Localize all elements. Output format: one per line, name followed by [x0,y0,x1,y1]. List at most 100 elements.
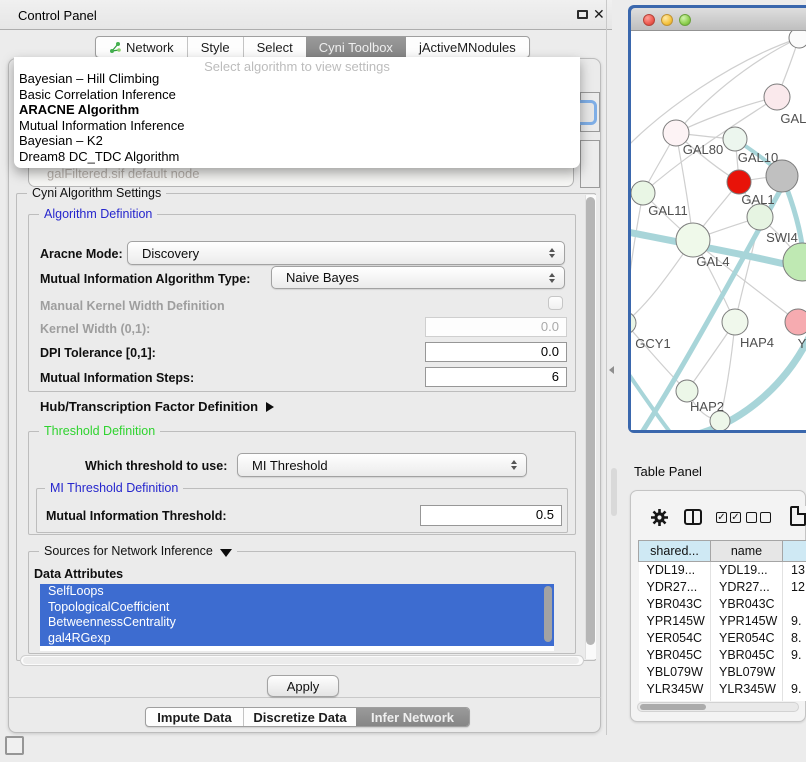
network-node[interactable] [783,243,806,281]
tab-cyni-toolbox[interactable]: Cyni Toolbox [306,37,406,57]
hub-transcription-factor-section[interactable]: Hub/Transcription Factor Definition [40,399,274,414]
column-header-extra[interactable] [783,541,806,562]
group-title-row[interactable]: Sources for Network Inference [39,544,237,558]
table-cell[interactable]: YER054C [711,630,783,647]
apply-button[interactable]: Apply [267,675,339,697]
table-cell[interactable]: YBL079W [639,664,711,681]
attribute-item-betweennesscentrality[interactable]: BetweennessCentrality [40,615,554,631]
table-cell[interactable]: YDR27... [711,579,783,596]
table-row[interactable]: YPR145WYPR145W9. [639,613,806,630]
dock-panel-icon[interactable] [5,736,24,755]
table-hscrollbar-thumb[interactable] [640,704,706,710]
table-cell[interactable]: 12 [783,579,806,596]
table-row[interactable]: YDL19...YDL19...13 [639,562,806,579]
table-cell[interactable]: YPR145W [711,613,783,630]
tab-select[interactable]: Select [243,37,306,57]
close-traffic-light[interactable] [643,14,655,26]
data-attributes-list[interactable]: SelfLoopsTopologicalCoefficientBetweenne… [40,584,554,651]
network-node[interactable] [723,127,747,151]
table-cell[interactable]: 9. [783,647,806,664]
manual-kernel-checkbox[interactable] [548,296,563,310]
unchecked-column-icon[interactable] [746,512,757,523]
gear-icon[interactable] [650,508,669,527]
checked-column-icon[interactable]: ✓ [716,512,727,523]
unchecked-column-icon[interactable] [760,512,771,523]
table-row[interactable]: YDR27...YDR27...12 [639,579,806,596]
network-node[interactable] [722,309,748,335]
table-row[interactable]: YBR043CYBR043C [639,596,806,613]
network-node[interactable] [631,181,655,205]
network-window-titlebar[interactable] [631,8,806,31]
table-row[interactable]: YIL052CYIL052C9 [639,698,806,702]
panel-splitter[interactable] [606,0,607,735]
network-canvas[interactable]: GAL7GAL80GAL10GAL1SWI4GAL11GAL4GCY1HAP4Y… [631,31,806,430]
attribute-item-topologicalcoefficient[interactable]: TopologicalCoefficient [40,600,554,616]
tab-jactivemnodules[interactable]: jActiveMNodules [406,37,529,57]
attribute-item-selfloops[interactable]: SelfLoops [40,584,554,600]
expand-arrow-icon[interactable] [266,402,274,412]
dpi-tolerance-field[interactable]: 0.0 [425,342,567,362]
tab-discretize-data[interactable]: Discretize Data [243,708,356,726]
tab-network[interactable]: Network [96,37,187,57]
table-cell[interactable]: 9 [783,698,806,702]
kernel-width-field[interactable]: 0.0 [425,317,567,337]
table-cell[interactable]: YDL19... [639,562,711,579]
table-cell[interactable]: 9. [783,681,806,698]
table-cell[interactable]: YBL079W [711,664,783,681]
table-hscrollbar[interactable] [637,702,799,712]
node-table[interactable]: shared...nameYDL19...YDL19...13YDR27...Y… [638,540,806,701]
table-cell[interactable]: YIL052C [711,698,783,702]
collapse-arrow-icon[interactable] [220,549,232,557]
tab-style[interactable]: Style [187,37,243,57]
algorithm-option-basic-correlation-inference[interactable]: Basic Correlation Inference [14,87,580,103]
table-cell[interactable]: 9. [783,613,806,630]
tab-infer-network[interactable]: Infer Network [356,708,469,726]
table-cell[interactable] [783,596,806,613]
table-cell[interactable]: YLR345W [711,681,783,698]
table-cell[interactable]: YPR145W [639,613,711,630]
algorithm-option-aracne-algorithm[interactable]: ARACNE Algorithm [14,102,580,118]
table-cell[interactable] [783,664,806,681]
table-cell[interactable]: YDL19... [711,562,783,579]
minimize-traffic-light[interactable] [661,14,673,26]
table-cell[interactable]: YBR045C [639,647,711,664]
table-cell[interactable]: YBR043C [639,596,711,613]
mi-steps-field[interactable]: 6 [425,367,567,387]
column-header-name[interactable]: name [711,541,783,562]
table-cell[interactable]: 8. [783,630,806,647]
table-cell[interactable]: YER054C [639,630,711,647]
which-threshold-combo[interactable]: MI Threshold [237,453,527,477]
attributes-scrollbar-thumb[interactable] [544,586,552,642]
aracne-mode-combo[interactable]: Discovery [127,241,565,265]
side-scrollbar-thumb[interactable] [611,468,617,516]
table-row[interactable]: YER054CYER054C8. [639,630,806,647]
float-window-icon[interactable] [577,10,588,19]
table-row[interactable]: YLR345WYLR345W9. [639,681,806,698]
algorithm-option-mutual-information-inference[interactable]: Mutual Information Inference [14,118,580,134]
close-window-icon[interactable]: ✕ [593,6,605,23]
settings-hscrollbar-thumb[interactable] [23,657,579,664]
network-node[interactable] [785,309,806,335]
table-cell[interactable]: YDR27... [639,579,711,596]
table-cell[interactable]: YIL052C [639,698,711,702]
table-cell[interactable]: 13 [783,562,806,579]
tab-impute-data[interactable]: Impute Data [146,708,243,726]
table-row[interactable]: YBL079WYBL079W [639,664,806,681]
settings-scrollbar-thumb[interactable] [586,197,595,645]
mi-algorithm-type-combo[interactable]: Naive Bayes [271,266,565,289]
page-icon[interactable] [790,506,806,526]
table-cell[interactable]: YLR345W [639,681,711,698]
zoom-traffic-light[interactable] [679,14,691,26]
algorithm-option-dream8-dc-tdc-algorithm[interactable]: Dream8 DC_TDC Algorithm [14,149,580,165]
column-header-shared[interactable]: shared... [639,541,711,562]
network-node[interactable] [676,223,710,257]
split-columns-icon[interactable] [684,509,702,525]
network-node[interactable] [789,31,806,48]
network-node[interactable] [631,312,636,334]
table-cell[interactable]: YBR045C [711,647,783,664]
table-cell[interactable]: YBR043C [711,596,783,613]
table-row[interactable]: YBR045CYBR045C9. [639,647,806,664]
mi-threshold-field[interactable]: 0.5 [420,505,562,526]
network-node[interactable] [764,84,790,110]
network-node[interactable] [727,170,751,194]
